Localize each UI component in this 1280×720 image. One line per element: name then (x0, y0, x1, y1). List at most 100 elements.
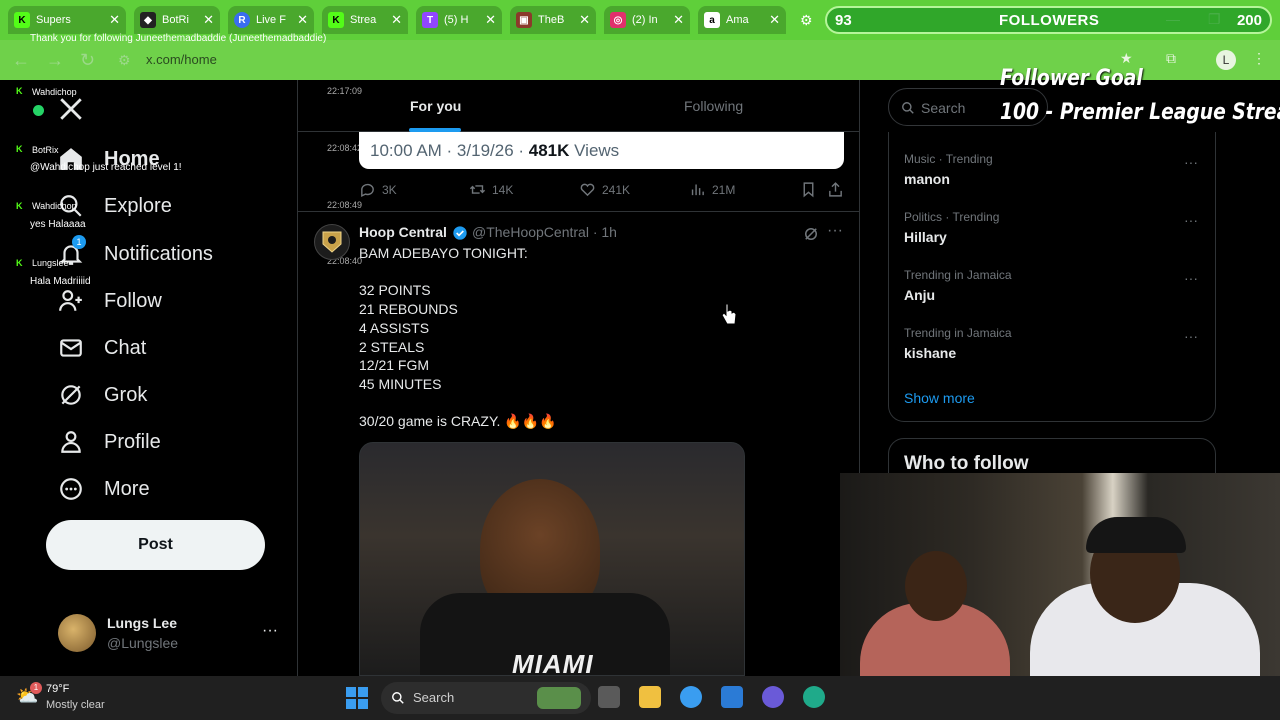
browser-tab[interactable]: R Live F ✕ (228, 6, 314, 34)
tab-close-icon[interactable]: ✕ (485, 12, 496, 28)
tab-label: Strea (350, 14, 377, 26)
analytics-icon (691, 184, 704, 196)
tab-close-icon[interactable]: ✕ (297, 12, 308, 28)
grok-explain-icon[interactable] (802, 225, 820, 243)
tweet-text-line: 4 ASSISTS (359, 320, 430, 336)
tab-favicon-icon[interactable]: ⚙ (800, 12, 813, 29)
kick-badge-icon: K (16, 258, 23, 268)
edge-icon[interactable] (803, 686, 825, 708)
tweet-more-icon[interactable]: ··· (827, 222, 843, 240)
hoop-central-logo-icon (322, 231, 342, 253)
nav-item-more[interactable]: More (58, 476, 150, 502)
reply-icon (361, 183, 374, 198)
chat-timestamp: 22:08:42 (327, 143, 363, 153)
previous-tweet-meta: 10:00 AM · 3/19/26 · 481K Views (359, 132, 844, 169)
site-info-icon[interactable]: ⚙ (118, 52, 131, 69)
browser-tab[interactable]: ◎ (2) In ✕ (604, 6, 690, 34)
tab-label: BotRi (162, 14, 189, 26)
heart-icon (580, 183, 595, 197)
kick-favicon-icon: K (14, 12, 30, 28)
reload-icon[interactable]: ↻ (80, 50, 95, 71)
tab-close-icon[interactable]: ✕ (203, 12, 214, 28)
browser-tab[interactable]: ◆ BotRi ✕ (134, 6, 220, 34)
browser-tab[interactable]: ▣ TheB ✕ (510, 6, 596, 34)
tab-label: TheB (538, 14, 565, 26)
windows-taskbar: ⛅ 1 79°F Mostly clear Search (0, 676, 1280, 720)
browser-tab[interactable]: K Supers ✕ (8, 6, 126, 34)
person-left-head (905, 551, 967, 621)
trend-name[interactable]: Hillary (904, 229, 947, 245)
tweet-text-line: 30/20 game is CRAZY. 🔥🔥🔥 (359, 413, 557, 429)
tweet-handle[interactable]: @TheHoopCentral · 1h (472, 224, 617, 240)
store-icon[interactable] (721, 686, 743, 708)
reply-button[interactable]: 3K (359, 181, 397, 198)
chat-username: Lungslee (32, 258, 69, 268)
nav-item-profile[interactable]: Profile (58, 429, 161, 455)
bookmark-icon[interactable] (800, 181, 817, 198)
tab-close-icon[interactable]: ✕ (769, 12, 780, 28)
tweet-author-name[interactable]: Hoop Central (359, 224, 447, 240)
trend-name[interactable]: manon (904, 171, 950, 187)
share-icon[interactable] (827, 181, 844, 198)
tab-close-icon[interactable]: ✕ (579, 12, 590, 28)
account-switcher[interactable]: Lungs Lee @Lungslee ··· (58, 612, 288, 658)
tweet-text-line: 45 MINUTES (359, 376, 442, 392)
task-view-icon[interactable] (598, 686, 620, 708)
tweet-text-line: 32 POINTS (359, 282, 431, 298)
trend-context: Politics · Trending (904, 210, 1000, 224)
url-field[interactable]: x.com/home (146, 52, 217, 67)
like-button[interactable]: 241K (579, 181, 630, 198)
post-button[interactable]: Post (46, 520, 265, 570)
views-count: 21M (712, 182, 736, 197)
windows-start-icon[interactable] (346, 687, 368, 709)
app-icon[interactable] (680, 686, 702, 708)
jersey-text: MIAMI (512, 649, 594, 676)
file-explorer-icon[interactable] (639, 686, 661, 708)
tweet-avatar[interactable] (314, 224, 350, 260)
timeline-tabs: For you Following 22:17:09 (298, 80, 859, 132)
instagram-favicon-icon: ◎ (610, 12, 626, 28)
repost-button[interactable]: 14K (469, 181, 513, 198)
followers-count: 93 (835, 12, 852, 29)
tab-for-you[interactable]: For you (410, 98, 461, 114)
trend-more-icon[interactable]: ··· (1184, 154, 1198, 170)
show-more-link[interactable]: Show more (904, 390, 975, 406)
chat-timestamp: 22:08:49 (327, 200, 363, 210)
nav-item-chat[interactable]: Chat (58, 335, 146, 361)
back-icon[interactable]: ← (12, 50, 30, 71)
trend-name[interactable]: Anju (904, 287, 935, 303)
tab-following[interactable]: Following (684, 98, 743, 114)
whatsapp-icon (33, 105, 44, 116)
kick-badge-icon: K (16, 86, 23, 96)
restream-favicon-icon: R (234, 12, 250, 28)
forward-icon[interactable]: → (46, 50, 64, 71)
browser-tab[interactable]: T (5) H ✕ (416, 6, 502, 34)
trend-more-icon[interactable]: ··· (1184, 328, 1198, 344)
trend-name[interactable]: kishane (904, 345, 956, 361)
like-count: 241K (602, 182, 631, 197)
trend-more-icon[interactable]: ··· (1184, 212, 1198, 228)
weather-badge: 1 (30, 682, 42, 694)
more-dots-icon[interactable]: ··· (262, 622, 278, 640)
mail-icon (60, 339, 82, 357)
chat-timestamp: 22:17:09 (327, 86, 363, 96)
followers-label: FOLLOWERS (999, 12, 1100, 29)
weather-desc[interactable]: Mostly clear (46, 699, 105, 711)
tab-close-icon[interactable]: ✕ (673, 12, 684, 28)
trend-more-icon[interactable]: ··· (1184, 270, 1198, 286)
tweet-image[interactable]: MIAMI (359, 442, 745, 676)
search-icon (392, 692, 404, 704)
tab-close-icon[interactable]: ✕ (391, 12, 402, 28)
taskbar-search[interactable]: Search (381, 682, 591, 714)
browser-tab[interactable]: K Strea ✕ (322, 6, 408, 34)
app-icon[interactable] (762, 686, 784, 708)
weather-temp[interactable]: 79°F (46, 683, 69, 695)
browser-tab[interactable]: a Ama ✕ (698, 6, 786, 34)
chat-message: yes Halaaaa (30, 219, 86, 230)
taskbar-search-label: Search (413, 690, 455, 705)
search-placeholder: Search (921, 100, 966, 116)
views-button[interactable]: 21M (689, 181, 735, 198)
nav-item-grok[interactable]: Grok (58, 382, 147, 408)
tab-close-icon[interactable]: ✕ (109, 12, 120, 28)
kick-badge-icon: K (16, 201, 23, 211)
